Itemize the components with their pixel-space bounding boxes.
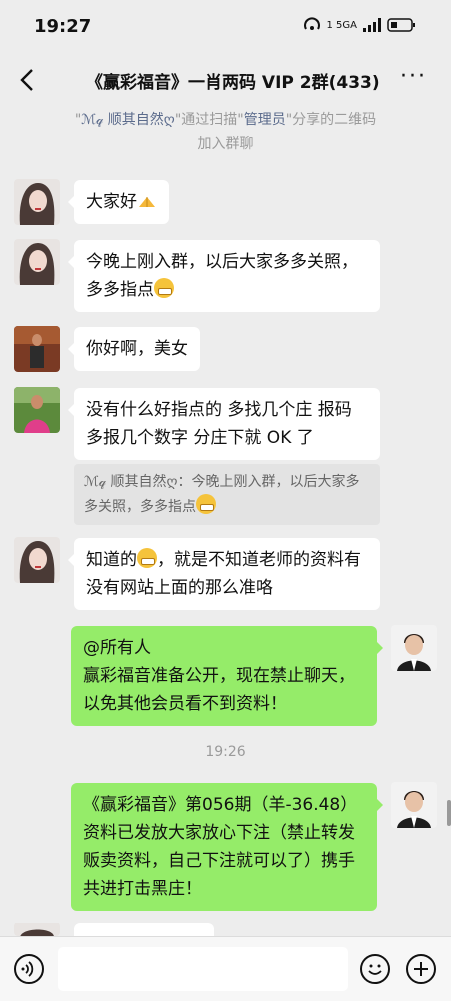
voice-icon[interactable]	[14, 954, 44, 984]
joined-user-link[interactable]: ℳ𝓆 顺其自然ღ	[81, 112, 175, 128]
sent-message-bubble[interactable]: 《赢彩福音》第056期（羊-36.48）资料已发放大家放心下注（禁止转发贩卖资料…	[71, 783, 383, 911]
message-input[interactable]	[58, 947, 348, 991]
pray-emoji	[139, 197, 155, 207]
grin-emoji	[137, 548, 157, 568]
message-bubble[interactable]: 知道的 ，就是不知道老师的资料有没有网站上面的那么准咯	[68, 538, 380, 610]
back-icon[interactable]	[14, 66, 42, 94]
avatar[interactable]	[14, 239, 60, 285]
scrollbar-handle[interactable]	[447, 800, 451, 826]
chat-title: 《赢彩福音》一肖两码 VIP 2群(433)	[86, 73, 380, 93]
signal-label: 1 5GA	[326, 19, 358, 31]
grin-emoji	[196, 494, 216, 514]
message-bubble[interactable]: 大家好	[68, 180, 169, 224]
add-more-icon[interactable]	[406, 954, 436, 984]
avatar[interactable]	[14, 326, 60, 372]
status-icons: 1 5GA	[303, 17, 418, 33]
message-bubble[interactable]	[74, 923, 214, 936]
battery-icon	[387, 18, 415, 32]
avatar[interactable]	[14, 922, 60, 936]
admin-link[interactable]: 管理员	[244, 112, 286, 128]
avatar[interactable]	[14, 179, 60, 225]
avatar[interactable]	[14, 387, 60, 433]
input-bar	[0, 936, 451, 1001]
quoted-message[interactable]: ℳ𝓆 顺其自然ღ：今晚上刚入群，以后大家多多关照，多多指点	[74, 464, 380, 525]
message-timestamp: 19:26	[205, 744, 246, 760]
status-bar: 19:27 1 5GA	[0, 0, 451, 56]
message-bubble[interactable]: 没有什么好指点的 多找几个庄 报码多报几个数字 分庄下就 OK 了	[68, 388, 380, 460]
message-bubble[interactable]: 今晚上刚入群，以后大家多多关照，多多指点	[68, 240, 380, 312]
avatar[interactable]	[14, 537, 60, 583]
my-avatar[interactable]	[391, 782, 437, 828]
signal-icon	[363, 18, 381, 32]
message-bubble[interactable]: 你好啊，美女	[68, 327, 200, 371]
my-avatar[interactable]	[391, 625, 437, 671]
hotspot-icon	[303, 17, 320, 30]
system-join-message: "ℳ𝓆 顺其自然ღ"通过扫描"管理员"分享的二维码 加入群聊	[74, 112, 377, 152]
grin-emoji	[154, 278, 174, 298]
chat-header: 《赢彩福音》一肖两码 VIP 2群(433) ···	[0, 56, 451, 106]
sent-message-bubble[interactable]: @所有人 赢彩福音准备公开，现在禁止聊天，以免其他会员看不到资料！	[71, 626, 383, 726]
more-options-icon[interactable]: ···	[400, 64, 427, 89]
status-time: 19:27	[34, 16, 92, 37]
emoji-icon[interactable]	[360, 954, 390, 984]
